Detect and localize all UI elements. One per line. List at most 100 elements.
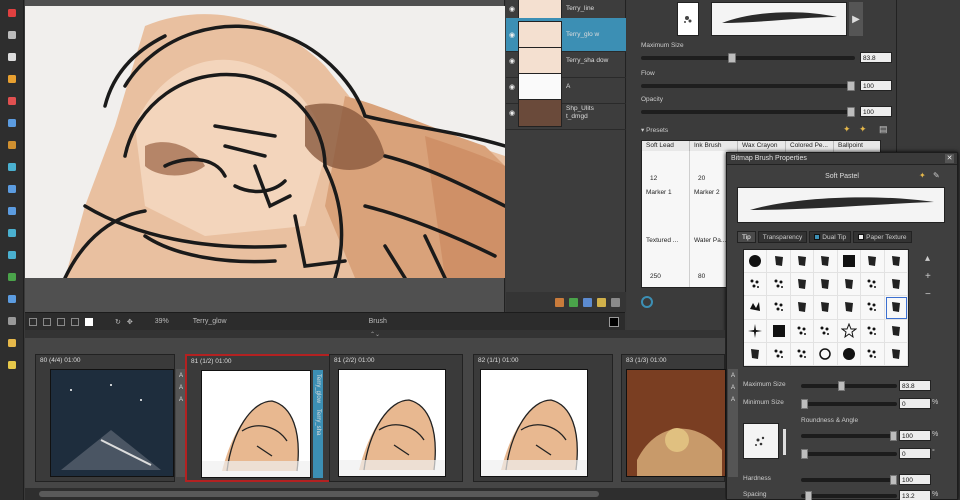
brush-tip-cell[interactable]: [837, 296, 862, 320]
timeline-scrollbar[interactable]: [25, 488, 725, 500]
brush-tip-cell[interactable]: [884, 319, 908, 343]
rename-preset-icon[interactable]: ✎: [933, 171, 940, 180]
delete-layer-icon[interactable]: [611, 297, 620, 307]
color-icon[interactable]: ✥: [127, 318, 133, 326]
opacity-slider[interactable]: [641, 107, 855, 117]
preset-name[interactable]: Soft Lead: [642, 141, 690, 151]
grid-toggle[interactable]: [29, 317, 37, 326]
hardness-input[interactable]: 100: [899, 474, 931, 485]
brush-tip-cell[interactable]: [837, 319, 862, 343]
dialog-title-bar[interactable]: Bitmap Brush Properties ✕: [727, 153, 957, 165]
preset-name[interactable]: Marker 2: [694, 189, 720, 196]
transform-tool-icon[interactable]: [3, 202, 21, 220]
brush-tip-cell[interactable]: [790, 250, 815, 274]
layer-tool-icon[interactable]: [3, 290, 21, 308]
select-rect-tool-icon[interactable]: [3, 114, 21, 132]
angle-slider[interactable]: [801, 449, 897, 459]
max-size-slider[interactable]: [641, 53, 855, 63]
brush-tip-cell[interactable]: [837, 273, 862, 297]
hardness-knob[interactable]: [890, 475, 897, 485]
angle-knob[interactable]: [801, 449, 808, 459]
save-preset-icon[interactable]: ✦: [919, 171, 926, 180]
safe-area-toggle[interactable]: [43, 317, 51, 326]
visibility-icon[interactable]: ◉: [506, 31, 518, 39]
drawing-canvas[interactable]: [25, 6, 505, 278]
brush-tip-cell[interactable]: [790, 342, 815, 366]
add-tip-icon[interactable]: +: [925, 271, 931, 282]
remove-tip-icon[interactable]: −: [925, 289, 931, 300]
stage-view-toggle[interactable]: [85, 317, 93, 326]
eraser-tool-icon[interactable]: [3, 70, 21, 88]
brush-tip-cell[interactable]: [767, 319, 791, 343]
preset-export-icon[interactable]: ✦: [859, 124, 867, 135]
storyboard-panel[interactable]: 82 (1/1) 01:00: [473, 354, 613, 482]
brush-tip-cell[interactable]: [767, 296, 791, 320]
brush-tip-cell[interactable]: [814, 273, 838, 297]
add-layer-icon[interactable]: [555, 297, 564, 307]
fill-tool-icon[interactable]: [3, 246, 21, 264]
opacity-knob[interactable]: [847, 107, 855, 117]
brush-tip-cell[interactable]: [884, 296, 908, 320]
brush-tip-cell[interactable]: [861, 296, 885, 320]
brush-tip-preview[interactable]: [677, 2, 699, 36]
visibility-icon[interactable]: ◉: [506, 57, 518, 65]
brush-tip-cell[interactable]: [837, 342, 862, 366]
roundness-knob[interactable]: [890, 431, 897, 441]
brush-tip-cell[interactable]: [861, 319, 885, 343]
storyboard-panel[interactable]: 83 (1/3) 01:00 A A A: [621, 354, 738, 482]
current-color-swatch[interactable]: [609, 316, 619, 327]
add-vector-layer-icon[interactable]: [583, 297, 592, 307]
paper-texture-checkbox[interactable]: [858, 234, 865, 240]
spacing-knob[interactable]: [805, 491, 812, 500]
flow-slider[interactable]: [641, 81, 855, 91]
globe-tool-icon[interactable]: [3, 158, 21, 176]
tab-tip[interactable]: Tip: [737, 231, 756, 243]
dropper-tool-icon[interactable]: [3, 136, 21, 154]
roundness-input[interactable]: 100: [899, 430, 931, 441]
visibility-icon[interactable]: ◉: [506, 83, 518, 91]
storyboard-panel[interactable]: 81 (1/2) 01:00 Terry_glow Terry_sha: [185, 354, 333, 482]
onion-toggle[interactable]: [57, 317, 65, 326]
panel-layer-strip[interactable]: Terry_glow Terry_sha: [313, 370, 323, 478]
brush-tip-cell[interactable]: [744, 342, 768, 366]
preset-options-icon[interactable]: [641, 296, 653, 308]
brush-tip-cell[interactable]: [884, 273, 908, 297]
tip-scroll-up-icon[interactable]: ▴: [925, 253, 930, 264]
paint-tool-icon[interactable]: [3, 92, 21, 110]
brush-tip-cell[interactable]: [790, 296, 815, 320]
dialog-max-size-knob[interactable]: [838, 381, 845, 391]
canvas-viewport[interactable]: [25, 0, 505, 312]
brush-tip-cell[interactable]: [837, 250, 862, 274]
brush-tip-cell[interactable]: [790, 273, 815, 297]
preset-name[interactable]: Ballpoint: [834, 141, 880, 151]
max-size-input[interactable]: 83.8: [860, 52, 892, 63]
brush-tip-cell[interactable]: [767, 342, 791, 366]
tab-dual-tip[interactable]: Dual Tip: [809, 231, 852, 243]
opacity-input[interactable]: 100: [860, 106, 892, 117]
add-group-icon[interactable]: [597, 297, 606, 307]
refresh-icon[interactable]: ↻: [115, 318, 121, 326]
roundness-bar[interactable]: [783, 429, 786, 455]
brush-tip-cell[interactable]: [814, 250, 838, 274]
brush-tip-cell[interactable]: [744, 296, 768, 320]
layer-row[interactable]: ◉ Shp_Ulits t_dmgd: [506, 96, 626, 130]
flow-knob[interactable]: [847, 81, 855, 91]
brush-tip-cell[interactable]: [814, 342, 838, 366]
angle-input[interactable]: 0: [899, 448, 931, 459]
presets-header[interactable]: ▾ Presets: [641, 126, 668, 134]
preset-column[interactable]: Soft Lead 12: [642, 141, 690, 287]
preset-import-icon[interactable]: ✦: [843, 124, 851, 135]
flow-input[interactable]: 100: [860, 80, 892, 91]
brush-tip-cell[interactable]: [814, 296, 838, 320]
spacing-input[interactable]: 13.2: [899, 490, 931, 500]
timeline-scrollbar-thumb[interactable]: [39, 491, 599, 497]
paint-bucket-tool-icon[interactable]: [3, 334, 21, 352]
zoom-level[interactable]: 39%: [155, 318, 169, 325]
brush-tip-cell[interactable]: [814, 319, 838, 343]
tab-transparency[interactable]: Transparency: [757, 231, 808, 243]
brush-tip-cell[interactable]: [744, 250, 768, 274]
clone-tool-icon[interactable]: [3, 268, 21, 286]
dual-tip-checkbox[interactable]: [814, 234, 821, 240]
preset-menu-icon[interactable]: ▤: [879, 124, 888, 135]
dialog-max-size-slider[interactable]: [801, 381, 897, 391]
